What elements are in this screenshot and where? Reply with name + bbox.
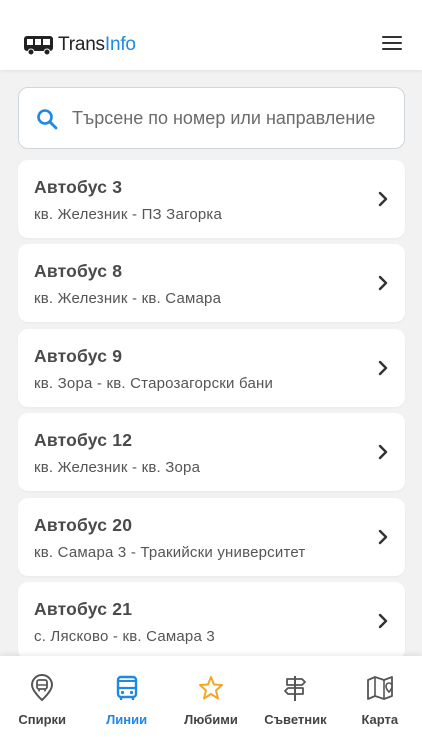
nav-item-advisor[interactable]: Съветник [253,656,337,750]
star-icon [197,674,225,702]
lines-list: Автобус 3 кв. Железник - ПЗ Загорка Автобу… [18,160,405,666]
nav-item-map[interactable]: Карта [338,656,422,750]
line-route: кв. Железник - кв. Самара [34,290,222,308]
line-card[interactable]: Автобус 20 кв. Самара 3 - Тракийски униве… [18,497,405,576]
line-route: кв. Железник - ПЗ Загорка [34,206,223,223]
line-card[interactable]: Автобус 9 кв. Зора - кв. Старозагорски ба… [18,328,405,407]
nav-label: Съветник [264,712,327,727]
line-route: с. Лясково - кв. Самара 3 [34,627,215,645]
nav-label: Линии [106,712,148,727]
nav-label: Любими [184,712,238,727]
line-card[interactable]: Автобус 21 с. Лясково - кв. Самара 3 [18,581,405,660]
app-name: TransInfo [58,34,136,56]
nav-item-lines[interactable]: Линии [84,656,168,750]
nav-item-favorites[interactable]: Любими [169,656,253,750]
chevron-right-icon [378,276,388,291]
app-name-part1: Trans [58,34,105,55]
bus-icon [113,674,141,702]
bottom-navigation: Спирки Линии Любими Съветник Карта [0,656,422,750]
nav-item-stops[interactable]: Спирки [0,656,84,750]
line-card[interactable]: Автобус 12 кв. Железник - кв. Зора [18,413,405,492]
chevron-right-icon [378,360,388,375]
search-icon[interactable] [35,107,59,131]
chevron-right-icon [378,613,388,629]
nav-label: Спирки [18,712,67,727]
nav-label: Карта [361,712,399,727]
bus-stop-icon [28,674,56,702]
map-icon [366,674,394,702]
search-input[interactable] [72,88,402,148]
app-header: TransInfo [0,0,422,70]
app-name-part2: Info [104,34,136,55]
bus-icon [24,36,53,56]
search-box [18,87,405,149]
chevron-right-icon [378,529,388,544]
line-card[interactable]: Автобус 8 кв. Железник - кв. Самара [18,244,405,323]
hamburger-menu-icon[interactable] [382,36,404,54]
chevron-right-icon [378,191,388,207]
app-logo[interactable]: TransInfo [23,34,136,56]
line-title: Автобус 3 [34,177,123,197]
line-title: Автобус 20 [34,514,133,535]
line-route: кв. Зора - кв. Старозагорски бани [34,374,274,392]
line-route: кв. Самара 3 - Тракийски университет [34,543,306,561]
signpost-icon [281,674,309,702]
line-title: Автобус 9 [34,345,123,366]
line-route: кв. Железник - кв. Зора [34,459,201,477]
line-title: Автобус 21 [34,598,133,619]
chevron-right-icon [378,444,388,460]
line-title: Автобус 12 [34,430,133,451]
line-title: Автобус 8 [34,261,123,282]
line-card[interactable]: Автобус 3 кв. Железник - ПЗ Загорка [18,160,405,238]
